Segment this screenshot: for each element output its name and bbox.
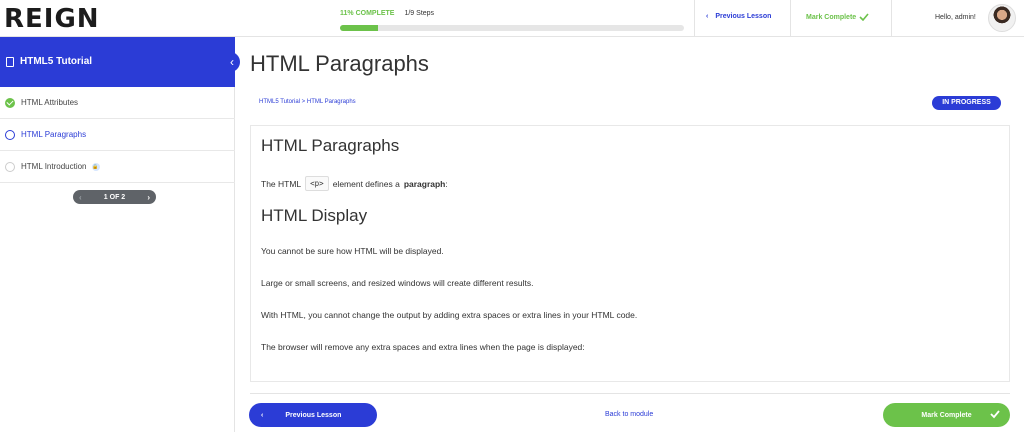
divider: [250, 393, 1010, 394]
content-heading-display: HTML Display: [261, 206, 368, 225]
back-to-module-link[interactable]: Back to module: [605, 411, 653, 418]
sidebar-item-html-paragraphs[interactable]: HTML Paragraphs: [0, 119, 235, 151]
lesson-list: HTML Attributes HTML Paragraphs HTML Int…: [0, 87, 235, 183]
breadcrumb: HTML5 Tutorial > HTML Paragraphs: [259, 99, 356, 105]
content-intro-paragraph: The HTML <p> element defines a paragraph…: [261, 176, 448, 191]
user-greeting[interactable]: Hello, admin!: [935, 14, 976, 21]
chevron-left-icon: ‹: [230, 55, 234, 69]
divider: [694, 0, 695, 37]
divider: [891, 0, 892, 37]
current-circle-icon: [5, 129, 15, 140]
sidebar-item-html-attributes[interactable]: HTML Attributes: [0, 87, 235, 119]
pager-prev-icon[interactable]: ‹: [79, 193, 82, 202]
chevron-left-icon: ‹: [261, 411, 264, 419]
previous-lesson-button[interactable]: ‹ Previous Lesson: [249, 403, 377, 427]
content-paragraph: With HTML, you cannot change the output …: [261, 310, 638, 320]
check-icon: [990, 410, 1000, 419]
progress-bar: [340, 25, 684, 31]
top-previous-lesson-link[interactable]: ‹ Previous Lesson: [706, 13, 771, 20]
check-icon: [859, 13, 869, 21]
top-mark-complete-button[interactable]: Mark Complete: [806, 13, 869, 21]
breadcrumb-course[interactable]: HTML5 Tutorial: [259, 99, 300, 105]
chevron-left-icon: ‹: [706, 13, 709, 20]
top-bar: REIGN 11% COMPLETE 1/9 Steps ‹ Previous …: [0, 0, 1024, 37]
content-heading-paragraphs: HTML Paragraphs: [261, 136, 400, 155]
page-title: HTML Paragraphs: [250, 51, 429, 76]
check-circle-icon: [5, 97, 15, 108]
logo[interactable]: REIGN: [4, 6, 100, 32]
avatar[interactable]: [988, 4, 1016, 32]
lock-icon: 🔒: [91, 162, 100, 171]
progress-fill: [340, 25, 378, 31]
content-paragraph: You cannot be sure how HTML will be disp…: [261, 246, 444, 256]
progress-steps: 1/9 Steps: [404, 10, 435, 17]
sidebar-header: HTML5 Tutorial: [0, 37, 235, 87]
content-paragraph: The browser will remove any extra spaces…: [261, 342, 585, 352]
divider: [790, 0, 791, 37]
sidebar-collapse-button[interactable]: ‹: [224, 52, 240, 72]
sidebar-item-html-introduction[interactable]: HTML Introduction 🔒: [0, 151, 235, 183]
course-title[interactable]: HTML5 Tutorial: [20, 56, 92, 67]
code-snippet: <p>: [305, 176, 329, 191]
lesson-content: HTML Paragraphs The HTML <p> element def…: [250, 125, 1010, 382]
pager-next-icon[interactable]: ›: [147, 193, 150, 202]
breadcrumb-lesson[interactable]: HTML Paragraphs: [307, 99, 356, 105]
breadcrumb-separator: >: [300, 99, 307, 105]
course-progress: 11% COMPLETE 1/9 Steps: [340, 10, 684, 31]
course-sidebar: HTML5 Tutorial ‹ HTML Attributes HTML Pa…: [0, 37, 240, 432]
empty-circle-icon: [5, 161, 15, 172]
book-icon: [6, 57, 14, 67]
content-paragraph: Large or small screens, and resized wind…: [261, 278, 534, 288]
status-badge: IN PROGRESS: [932, 96, 1001, 110]
progress-percent: 11% COMPLETE: [340, 10, 395, 17]
lesson-pager: ‹ 1 OF 2 ›: [73, 190, 156, 204]
pager-label: 1 OF 2: [103, 193, 126, 201]
mark-complete-button[interactable]: Mark Complete: [883, 403, 1010, 427]
